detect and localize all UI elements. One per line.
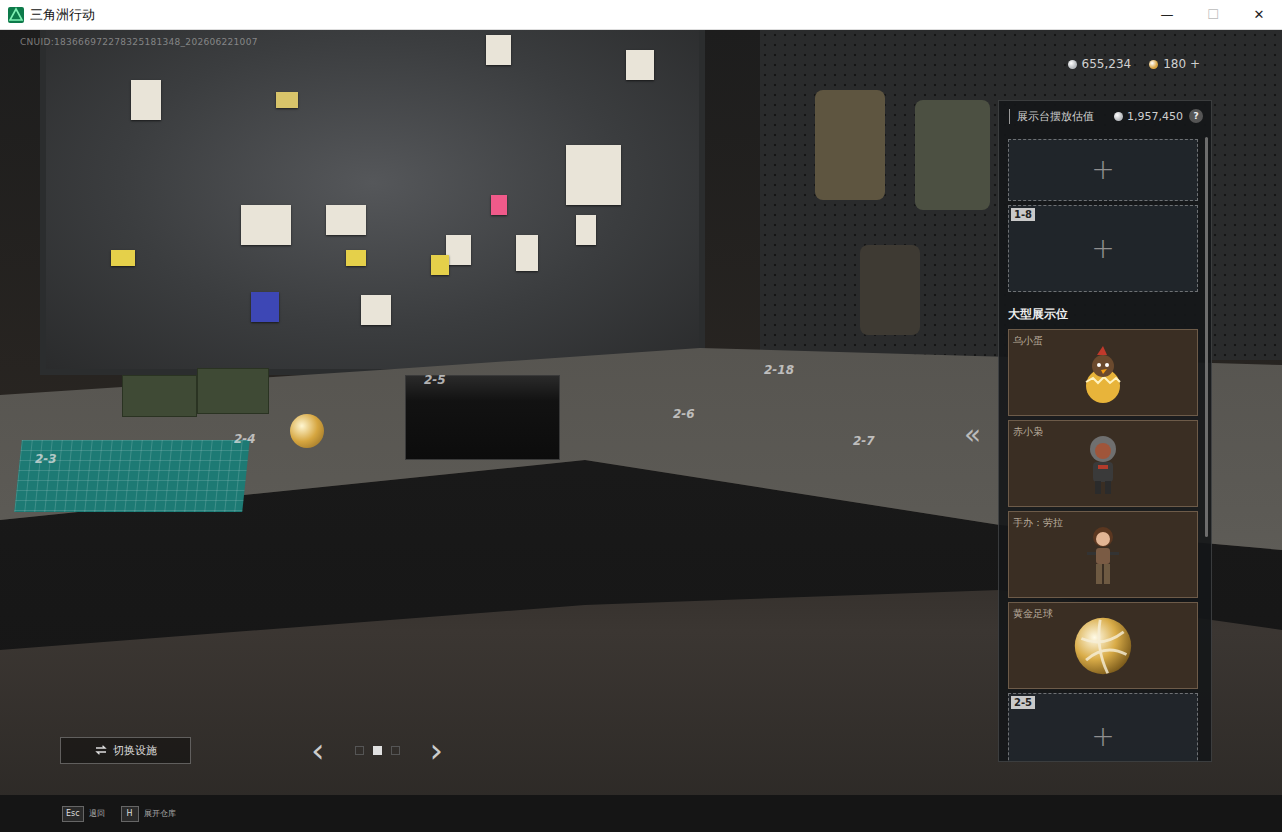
empty-slot[interactable]: 1-8 + (1008, 205, 1198, 292)
panel-title: 展示台摆放估值 (1009, 109, 1094, 124)
scene-slot-label: 2-18 (764, 363, 794, 377)
add-icon: + (1091, 235, 1114, 263)
hint-bar: Esc 退回 H 展开仓库 (0, 795, 1282, 832)
slot-label: 2-5 (1011, 696, 1035, 709)
window-control-button[interactable]: ☐ (1190, 0, 1236, 30)
key-hint[interactable]: H 展开仓库 (121, 806, 176, 822)
scene-slot-label: 2-4 (234, 432, 256, 446)
slot-name: 黄金足球 (1013, 607, 1053, 621)
currencies: 655,234 180 + (1068, 57, 1200, 71)
pinned-note (431, 255, 449, 275)
slot-name: 手办：劳拉 (1013, 516, 1063, 530)
page-dot[interactable] (373, 746, 382, 755)
display-slot[interactable]: 手办：劳拉 (1008, 511, 1198, 598)
slot-name: 赤小枭 (1013, 425, 1043, 439)
cutting-mat (14, 440, 250, 512)
panel-header: 展示台摆放估值 1,957,450? (999, 101, 1211, 131)
pinned-note (566, 145, 621, 205)
pinned-note (446, 235, 471, 265)
pinned-note (111, 250, 135, 266)
currency-amount: 180 + (1163, 57, 1200, 71)
slot-name: 乌小蛋 (1013, 334, 1043, 348)
pager: ‹› (311, 733, 443, 767)
window-control-button[interactable]: — (1144, 0, 1190, 30)
chick-egg-icon (1073, 340, 1133, 406)
key-cap: H (121, 806, 139, 822)
title-bar: 三角洲行动—☐✕ (0, 0, 1282, 30)
crate (122, 375, 197, 417)
scene-slot-label: 2-6 (673, 407, 695, 421)
pinned-note (516, 235, 538, 271)
coin-icon (1114, 112, 1123, 121)
key-hint[interactable]: Esc 退回 (62, 806, 105, 822)
add-icon: + (1091, 723, 1114, 751)
slot-list: +1-8 + 大型展示位乌小蛋赤小枭手办：劳拉黄金足球 2-5 + (999, 131, 1211, 761)
page-dot[interactable] (355, 746, 364, 755)
display-slot[interactable]: 黄金足球 (1008, 602, 1198, 689)
hooded-figure-icon (1073, 431, 1133, 497)
vest (815, 90, 885, 200)
prev-page-button[interactable]: ‹ (311, 733, 325, 767)
slot-label: 1-8 (1011, 208, 1035, 221)
game-view: 2-3 2-4 2-5 2-6 2-7 2-18 CNUID:183666972278325… (0, 30, 1282, 832)
key-hint-label: 退回 (89, 808, 105, 819)
scene-slot-label: 2-5 (424, 373, 446, 387)
crate (197, 368, 269, 414)
display-slot[interactable]: 乌小蛋 (1008, 329, 1198, 416)
golden-ball (290, 414, 324, 448)
display-panel: 展示台摆放估值 1,957,450? +1-8 + 大型展示位乌小蛋赤小枭手办：劳拉黄金… (998, 100, 1212, 762)
window-title: 三角洲行动 (30, 6, 1144, 24)
switch-facility-button[interactable]: 切换设施 (60, 737, 191, 764)
empty-slot[interactable]: + (1008, 139, 1198, 201)
page-dots (355, 746, 400, 755)
help-button[interactable]: ? (1189, 109, 1203, 123)
empty-slot[interactable]: 2-5 + (1008, 693, 1198, 761)
collapse-panel-button[interactable]: « (964, 418, 981, 451)
pinned-note (361, 295, 391, 325)
page-dot[interactable] (391, 746, 400, 755)
vest (915, 100, 990, 210)
golden-ball-icon (1072, 615, 1134, 677)
currency-amount: 655,234 (1082, 57, 1132, 71)
pinned-note (486, 35, 511, 65)
section-title: 大型展示位 (1008, 296, 1198, 325)
next-page-button[interactable]: › (430, 733, 444, 767)
top-row: CNUID:183666972278325181348_202606221007… (0, 30, 1282, 92)
window-control-button[interactable]: ✕ (1236, 0, 1282, 30)
coin-icon (1149, 60, 1158, 69)
scrollbar[interactable] (1205, 137, 1208, 537)
pinned-note (491, 195, 507, 215)
logo-icon (8, 7, 24, 23)
laura-figure-icon (1073, 522, 1133, 588)
currency[interactable]: 655,234 (1068, 57, 1132, 71)
currency[interactable]: 180 + (1149, 57, 1200, 71)
game-window: 三角洲行动—☐✕ 2-3 2-4 2-5 2-6 2-7 2-18 CNUID:1836669… (0, 0, 1282, 832)
switch-facility-label: 切换设施 (113, 743, 157, 758)
scene-slot-label: 2-3 (35, 452, 57, 466)
map-board (40, 30, 705, 375)
uid-text: CNUID:183666972278325181348_202606221007 (20, 37, 258, 47)
pinned-note (241, 205, 291, 245)
pinned-note (131, 80, 161, 120)
black-box (405, 375, 560, 460)
backpack (860, 245, 920, 335)
pinned-note (626, 50, 654, 80)
pinned-note (576, 215, 596, 245)
pinned-note (251, 292, 279, 322)
panel-value: 1,957,450 (1114, 110, 1183, 123)
pinned-note (276, 92, 298, 108)
add-icon: + (1091, 156, 1114, 184)
swap-icon (95, 745, 107, 755)
coin-icon (1068, 60, 1077, 69)
scene-slot-label: 2-7 (853, 434, 875, 448)
key-cap: Esc (62, 806, 84, 822)
pinned-note (346, 250, 366, 266)
pinned-note (326, 205, 366, 235)
key-hint-label: 展开仓库 (144, 808, 176, 819)
display-slot[interactable]: 赤小枭 (1008, 420, 1198, 507)
